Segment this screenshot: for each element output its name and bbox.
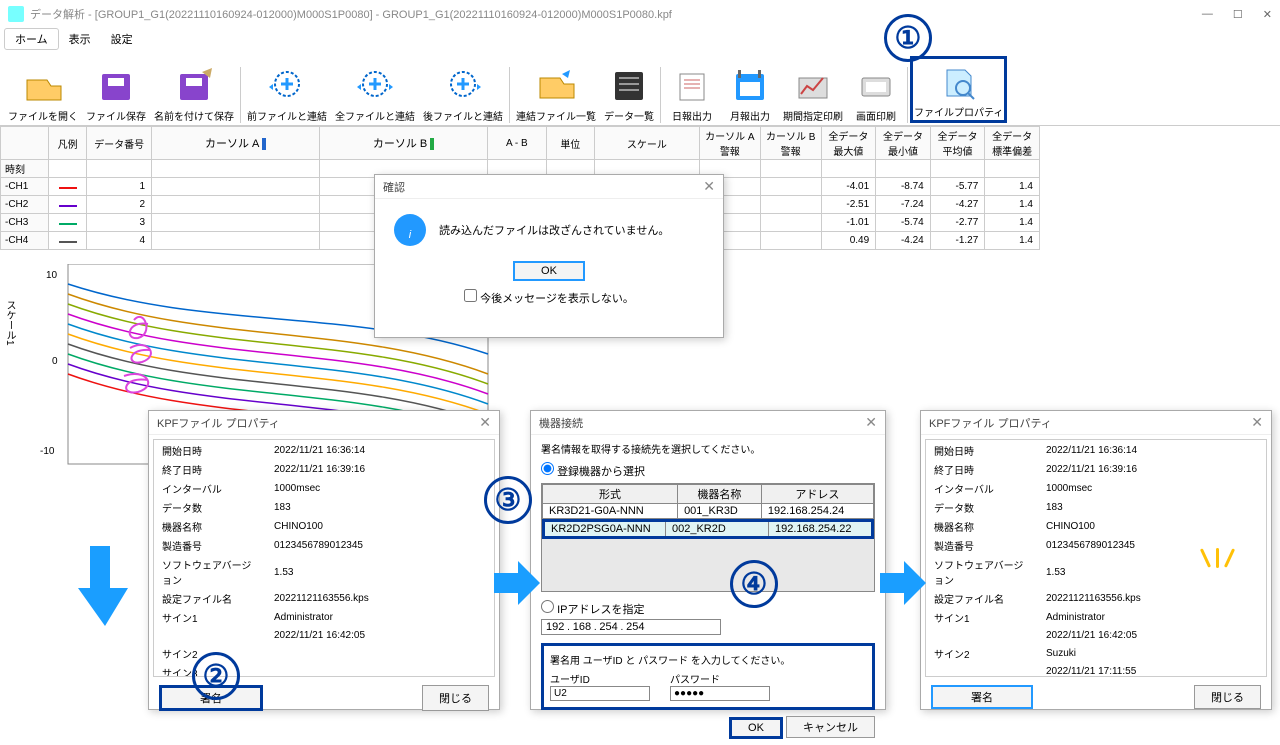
info-icon: i (393, 213, 427, 247)
close-icon[interactable]: ✕ (479, 414, 491, 431)
menubar: ホーム 表示 設定 (0, 28, 1280, 50)
conn-ok-button[interactable]: OK (729, 717, 783, 739)
linkall-button[interactable]: 全ファイルと連結 (331, 64, 419, 123)
password-input[interactable] (670, 686, 770, 701)
arrow-down-icon (78, 546, 132, 659)
menu-view[interactable]: 表示 (59, 29, 101, 49)
linkprev-button[interactable]: 前ファイルと連結 (243, 64, 331, 123)
minimize-icon[interactable]: — (1202, 8, 1213, 21)
callout-4: ④ (730, 560, 778, 608)
callout-3: ③ (484, 476, 532, 524)
opt-registered[interactable]: 登録機器から選択 (541, 466, 645, 478)
linknext-button[interactable]: 後ファイルと連結 (419, 64, 507, 123)
monthly-button[interactable]: 月報出力 (721, 64, 779, 123)
ribbon: ファイルを開く ファイル保存 名前を付けて保存 前ファイルと連結 全ファイルと連… (0, 50, 1280, 126)
ip-input[interactable]: 192 . 168 . 254 . 254 (541, 619, 721, 635)
connect-dialog: 機器接続✕ 署名情報を取得する接続先を選択してください。 登録機器から選択 形式… (530, 410, 886, 710)
arrow-right-icon (494, 558, 540, 618)
titlebar: データ解析 - [GROUP1_G1(20221110160924-012000… (0, 0, 1280, 28)
conn-cancel-button[interactable]: キャンセル (786, 716, 875, 738)
saveas-button[interactable]: 名前を付けて保存 (150, 64, 238, 123)
period-button[interactable]: 期間指定印刷 (779, 64, 847, 123)
menu-settings[interactable]: 設定 (101, 29, 143, 49)
save-button[interactable]: ファイル保存 (82, 64, 150, 123)
confirm-dialog: 確認 ✕ i 読み込んだファイルは改ざんされていません。 OK 今後メッセージを表… (374, 174, 724, 338)
confirm-close-icon[interactable]: ✕ (703, 178, 715, 195)
window-title: データ解析 - [GROUP1_G1(20221110160924-012000… (30, 6, 1202, 22)
userid-input[interactable] (550, 686, 650, 701)
close-button-1[interactable]: 閉じる (422, 685, 489, 711)
maximize-icon[interactable]: ☐ (1233, 8, 1243, 21)
confirm-ok-button[interactable]: OK (513, 261, 585, 281)
close-icon[interactable]: ✕ (1263, 8, 1272, 21)
kpf-prop-dialog-2: KPFファイル プロパティ✕ 開始日時2022/11/21 16:36:14終了… (920, 410, 1272, 710)
confirm-title: 確認 (383, 179, 405, 195)
menu-home[interactable]: ホーム (4, 28, 59, 50)
daily-button[interactable]: 日報出力 (663, 64, 721, 123)
open-button[interactable]: ファイルを開く (4, 64, 82, 123)
datalist-button[interactable]: データ一覧 (600, 64, 658, 123)
close-icon[interactable]: ✕ (1251, 414, 1263, 431)
arrow-right-icon (880, 558, 926, 618)
callout-1: ① (884, 14, 932, 62)
close-icon[interactable]: ✕ (865, 414, 877, 431)
app-icon (8, 6, 24, 22)
sign-button-2[interactable]: 署名 (931, 685, 1033, 709)
fileprop-button[interactable]: ファイルプロパティ (910, 56, 1007, 123)
opt-ip[interactable]: IPアドレスを指定 (541, 604, 644, 616)
confirm-checkbox[interactable]: 今後メッセージを表示しない。 (464, 293, 634, 305)
linklist-button[interactable]: 連結ファイル一覧 (512, 64, 600, 123)
screen-button[interactable]: 画面印刷 (847, 64, 905, 123)
conn-row-1[interactable]: KR3D21-G0A-NNN001_KR3D192.168.254.24 (543, 504, 874, 519)
conn-row-2-selected[interactable]: KR2D2PSG0A-NNN 002_KR2D 192.168.254.22 (542, 519, 874, 539)
confirm-msg: 読み込んだファイルは改ざんされていません。 (439, 222, 669, 238)
callout-2: ② (192, 652, 240, 700)
close-button-2[interactable]: 閉じる (1194, 685, 1261, 709)
